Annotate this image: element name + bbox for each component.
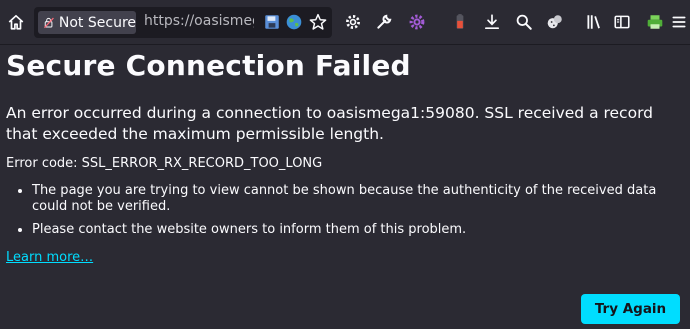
list-item: The page you are trying to view cannot b…: [32, 183, 676, 215]
cookie-icon[interactable]: [541, 8, 569, 36]
wrench-icon[interactable]: [370, 8, 398, 36]
download-icon[interactable]: [478, 8, 506, 36]
printer-icon[interactable]: [641, 8, 669, 36]
save-page-icon[interactable]: [263, 13, 281, 31]
library-icon[interactable]: [580, 8, 608, 36]
url-text[interactable]: https://oasismega1:59080: [144, 13, 254, 29]
error-details-list: The page you are trying to view cannot b…: [6, 183, 676, 245]
learn-more-link[interactable]: Learn more…: [6, 250, 93, 265]
not-secure-label: Not Secure: [58, 14, 136, 31]
home-icon[interactable]: [2, 8, 30, 36]
globe-icon[interactable]: [285, 13, 303, 31]
menu-icon[interactable]: [668, 8, 690, 36]
error-title: Secure Connection Failed: [6, 49, 411, 82]
warning-lock-icon: [44, 17, 54, 29]
browser-toolbar: Not Secure https://oasismega1:59080: [0, 0, 690, 45]
security-indicator[interactable]: Not Secure: [38, 11, 136, 34]
error-code: Error code: SSL_ERROR_RX_RECORD_TOO_LONG: [6, 156, 323, 171]
settings-gear-icon[interactable]: [339, 8, 367, 36]
list-item: Please contact the website owners to inf…: [32, 222, 676, 238]
try-again-button[interactable]: Try Again: [581, 294, 680, 324]
bookmark-star-icon[interactable]: [309, 13, 327, 31]
sidebar-icon[interactable]: [608, 8, 636, 36]
extension-gear-icon[interactable]: [403, 8, 431, 36]
battery-icon[interactable]: [446, 8, 474, 36]
search-icon[interactable]: [510, 8, 538, 36]
error-description: An error occurred during a connection to…: [6, 104, 654, 143]
url-bar[interactable]: Not Secure https://oasismega1:59080: [34, 7, 332, 38]
